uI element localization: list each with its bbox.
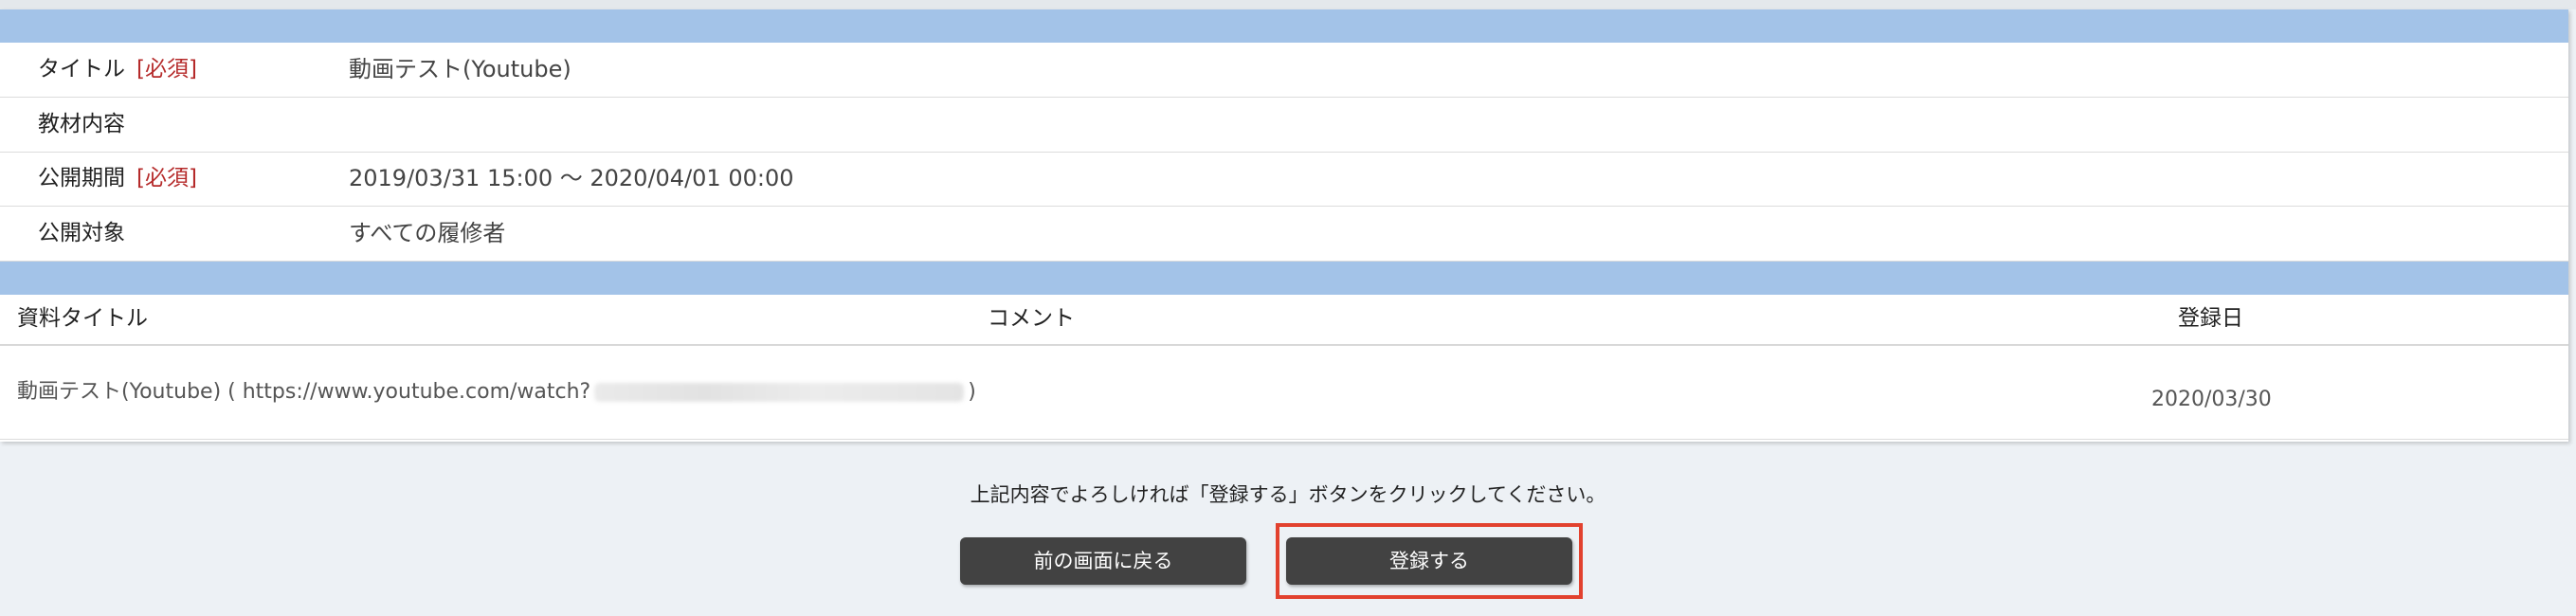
confirm-message: 上記内容でよろしければ「登録する」ボタンをクリックしてください。: [970, 483, 1606, 506]
section-header-band: [0, 9, 2568, 43]
register-button[interactable]: 登録する: [1286, 537, 1572, 585]
required-mark: [必須]: [136, 57, 197, 82]
form-value: 動画テスト(Youtube): [349, 56, 571, 82]
form-label: 公開対象: [38, 221, 125, 245]
required-mark: [必須]: [136, 166, 197, 190]
table-row: 動画テスト(Youtube) ( https://www.youtube.com…: [0, 346, 2568, 440]
form-row-content: 教材内容: [0, 98, 2568, 153]
registration-date-cell: 2020/03/30: [2151, 388, 2272, 411]
content-panel: タイトル [必須] 動画テスト(Youtube) 教材内容 公開期間 [必須] 20…: [0, 9, 2568, 442]
back-button[interactable]: 前の画面に戻る: [960, 537, 1246, 585]
top-strip: [0, 0, 2576, 9]
form-value: 2019/03/31 15:00 〜 2020/04/01 00:00: [349, 165, 794, 191]
form-label: 公開期間 [必須]: [38, 166, 197, 190]
table-header: 資料タイトル コメント 登録日: [0, 295, 2568, 346]
column-header-title: 資料タイトル: [17, 306, 148, 331]
form-row-title: タイトル [必須] 動画テスト(Youtube): [0, 43, 2568, 98]
column-header-date: 登録日: [2178, 306, 2243, 331]
material-title-cell: 動画テスト(Youtube) ( https://www.youtube.com…: [17, 380, 976, 404]
column-header-comment: コメント: [988, 306, 1075, 331]
section-header-band: [0, 262, 2568, 295]
form-value: すべての履修者: [349, 220, 506, 246]
form-label: タイトル [必須]: [38, 57, 197, 82]
form-row-audience: 公開対象 すべての履修者: [0, 207, 2568, 262]
form-label: 教材内容: [38, 112, 125, 136]
form-row-period: 公開期間 [必須] 2019/03/31 15:00 〜 2020/04/01 0…: [0, 152, 2568, 207]
redacted-url-segment: [594, 383, 965, 402]
